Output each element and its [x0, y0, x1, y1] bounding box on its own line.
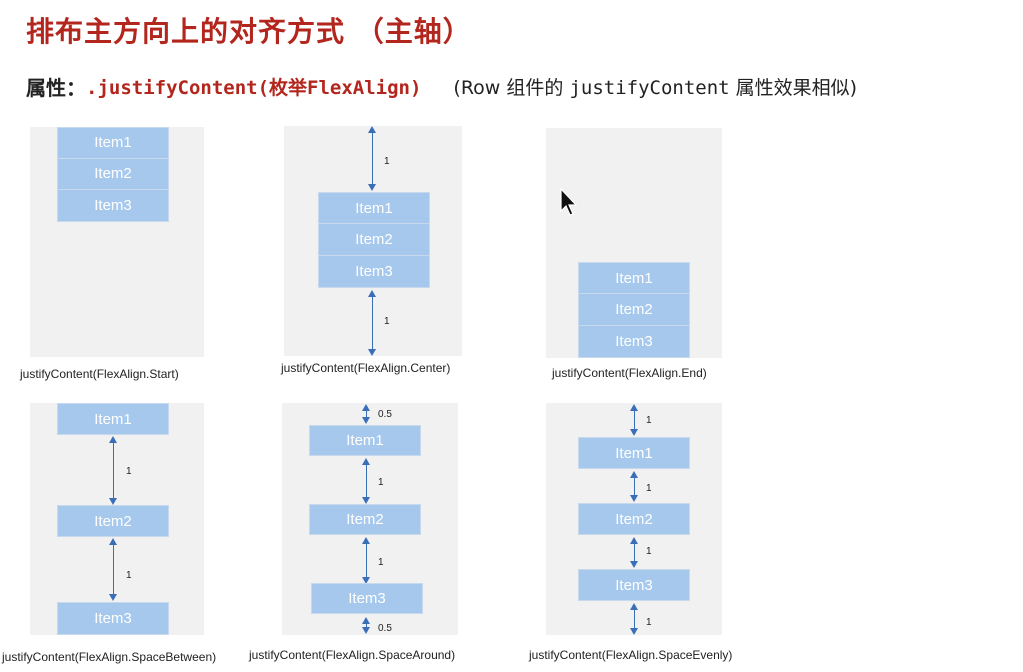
row-note-code: justifyContent: [569, 76, 730, 99]
spaceevenly-gap2-arrow-down: [630, 561, 638, 568]
spacearound-bottom-label: 0.5: [378, 623, 392, 634]
spaceevenly-item-1: Item1: [578, 437, 690, 469]
spaceevenly-bottom-label: 1: [646, 617, 652, 628]
spaceevenly-gap1-label: 1: [646, 483, 652, 494]
spaceevenly-top-arrow-down: [630, 429, 638, 436]
center-top-arrow-down: [368, 184, 376, 191]
slide-title: 排布主方向上的对齐方式 （主轴）: [26, 15, 472, 48]
caption-center: justifyContent(FlexAlign.Center): [281, 361, 451, 375]
row-note-prefix: (Row 组件的: [453, 76, 570, 99]
caption-start: justifyContent(FlexAlign.Start): [20, 367, 179, 381]
spacearound-item-1: Item1: [309, 425, 421, 456]
spacebetween-gap1-label: 1: [126, 466, 132, 477]
spacearound-gap1-arrow-down: [362, 497, 370, 504]
end-item-1: Item1: [579, 263, 689, 295]
caption-spacebetween: justifyContent(FlexAlign.SpaceBetween): [2, 650, 217, 664]
end-item-3: Item3: [615, 332, 653, 350]
row-note-suffix: 属性效果相似): [729, 76, 858, 99]
spaceevenly-gap1-arrow-down: [630, 495, 638, 502]
spaceevenly-top-label: 1: [646, 415, 652, 426]
spacebetween-gap1-line: [113, 441, 114, 501]
spacebetween-item-3: Item3: [57, 602, 169, 635]
row-note: (Row 组件的 justifyContent 属性效果相似): [453, 73, 857, 100]
spaceevenly-item-3: Item3: [578, 569, 690, 601]
center-top-gap-line: [372, 131, 373, 187]
center-top-gap-label: 1: [384, 156, 390, 167]
caption-end: justifyContent(FlexAlign.End): [552, 366, 707, 380]
property-label: 属性：: [26, 75, 86, 100]
spacearound-top-arrow-down: [362, 417, 370, 424]
spacearound-gap2-line: [366, 542, 367, 580]
spacearound-bottom-arrow-down: [362, 627, 370, 634]
spaceevenly-demo-panel: 1 Item1 1 Item2 1 Item3 1: [546, 403, 722, 635]
spacebetween-item-2: Item2: [57, 505, 169, 537]
spaceevenly-bottom-arrow-down: [630, 628, 638, 635]
spacearound-gap1-label: 1: [378, 477, 384, 488]
spacearound-gap2-label: 1: [378, 557, 384, 568]
spacebetween-demo-panel: Item1 1 Item2 1 Item3: [30, 403, 204, 635]
spacebetween-gap2-arrow-down: [109, 594, 117, 601]
center-demo-panel: 1 Item1 Item2 Item3 1: [284, 126, 462, 356]
end-item-stack: Item1 Item2 Item3: [578, 262, 690, 358]
end-demo-panel: Item1 Item2 Item3: [546, 128, 722, 358]
start-item-1: Item1: [58, 128, 168, 159]
center-item-3: Item3: [355, 262, 393, 280]
start-demo-panel: Item1 Item2 Item3: [30, 127, 204, 357]
start-item-3: Item3: [94, 196, 132, 214]
property-line: 属性： .justifyContent(枚举FlexAlign) (Row 组件…: [26, 70, 857, 102]
center-bottom-gap-label: 1: [384, 316, 390, 327]
spacearound-top-label: 0.5: [378, 409, 392, 420]
spacearound-item-3: Item3: [311, 583, 423, 614]
center-bottom-gap-line: [372, 295, 373, 351]
spaceevenly-item-2: Item2: [578, 503, 690, 535]
spaceevenly-gap2-label: 1: [646, 546, 652, 557]
center-item-1: Item1: [319, 193, 429, 225]
spacearound-demo-panel: 0.5 Item1 1 Item2 1 Item3 0.5: [282, 403, 458, 635]
center-item-2: Item2: [319, 224, 429, 256]
mouse-cursor-icon: [560, 188, 578, 216]
start-item-stack: Item1 Item2 Item3: [57, 127, 169, 222]
spacebetween-gap2-label: 1: [126, 570, 132, 581]
spacearound-item-2: Item2: [309, 504, 421, 535]
center-bottom-arrow-down: [368, 349, 376, 356]
spacebetween-gap1-arrow-down: [109, 498, 117, 505]
caption-spaceevenly: justifyContent(FlexAlign.SpaceEvenly): [529, 648, 733, 662]
center-item-stack: Item1 Item2 Item3: [318, 192, 430, 288]
spacebetween-item-1: Item1: [57, 403, 169, 435]
start-item-2: Item2: [58, 159, 168, 190]
end-item-2: Item2: [579, 294, 689, 326]
spacebetween-gap2-line: [113, 543, 114, 597]
spaceevenly-bottom-line: [634, 608, 635, 630]
property-code: .justifyContent(枚举FlexAlign): [86, 76, 422, 99]
caption-spacearound: justifyContent(FlexAlign.SpaceAround): [249, 648, 456, 662]
spacearound-gap1-line: [366, 463, 367, 499]
